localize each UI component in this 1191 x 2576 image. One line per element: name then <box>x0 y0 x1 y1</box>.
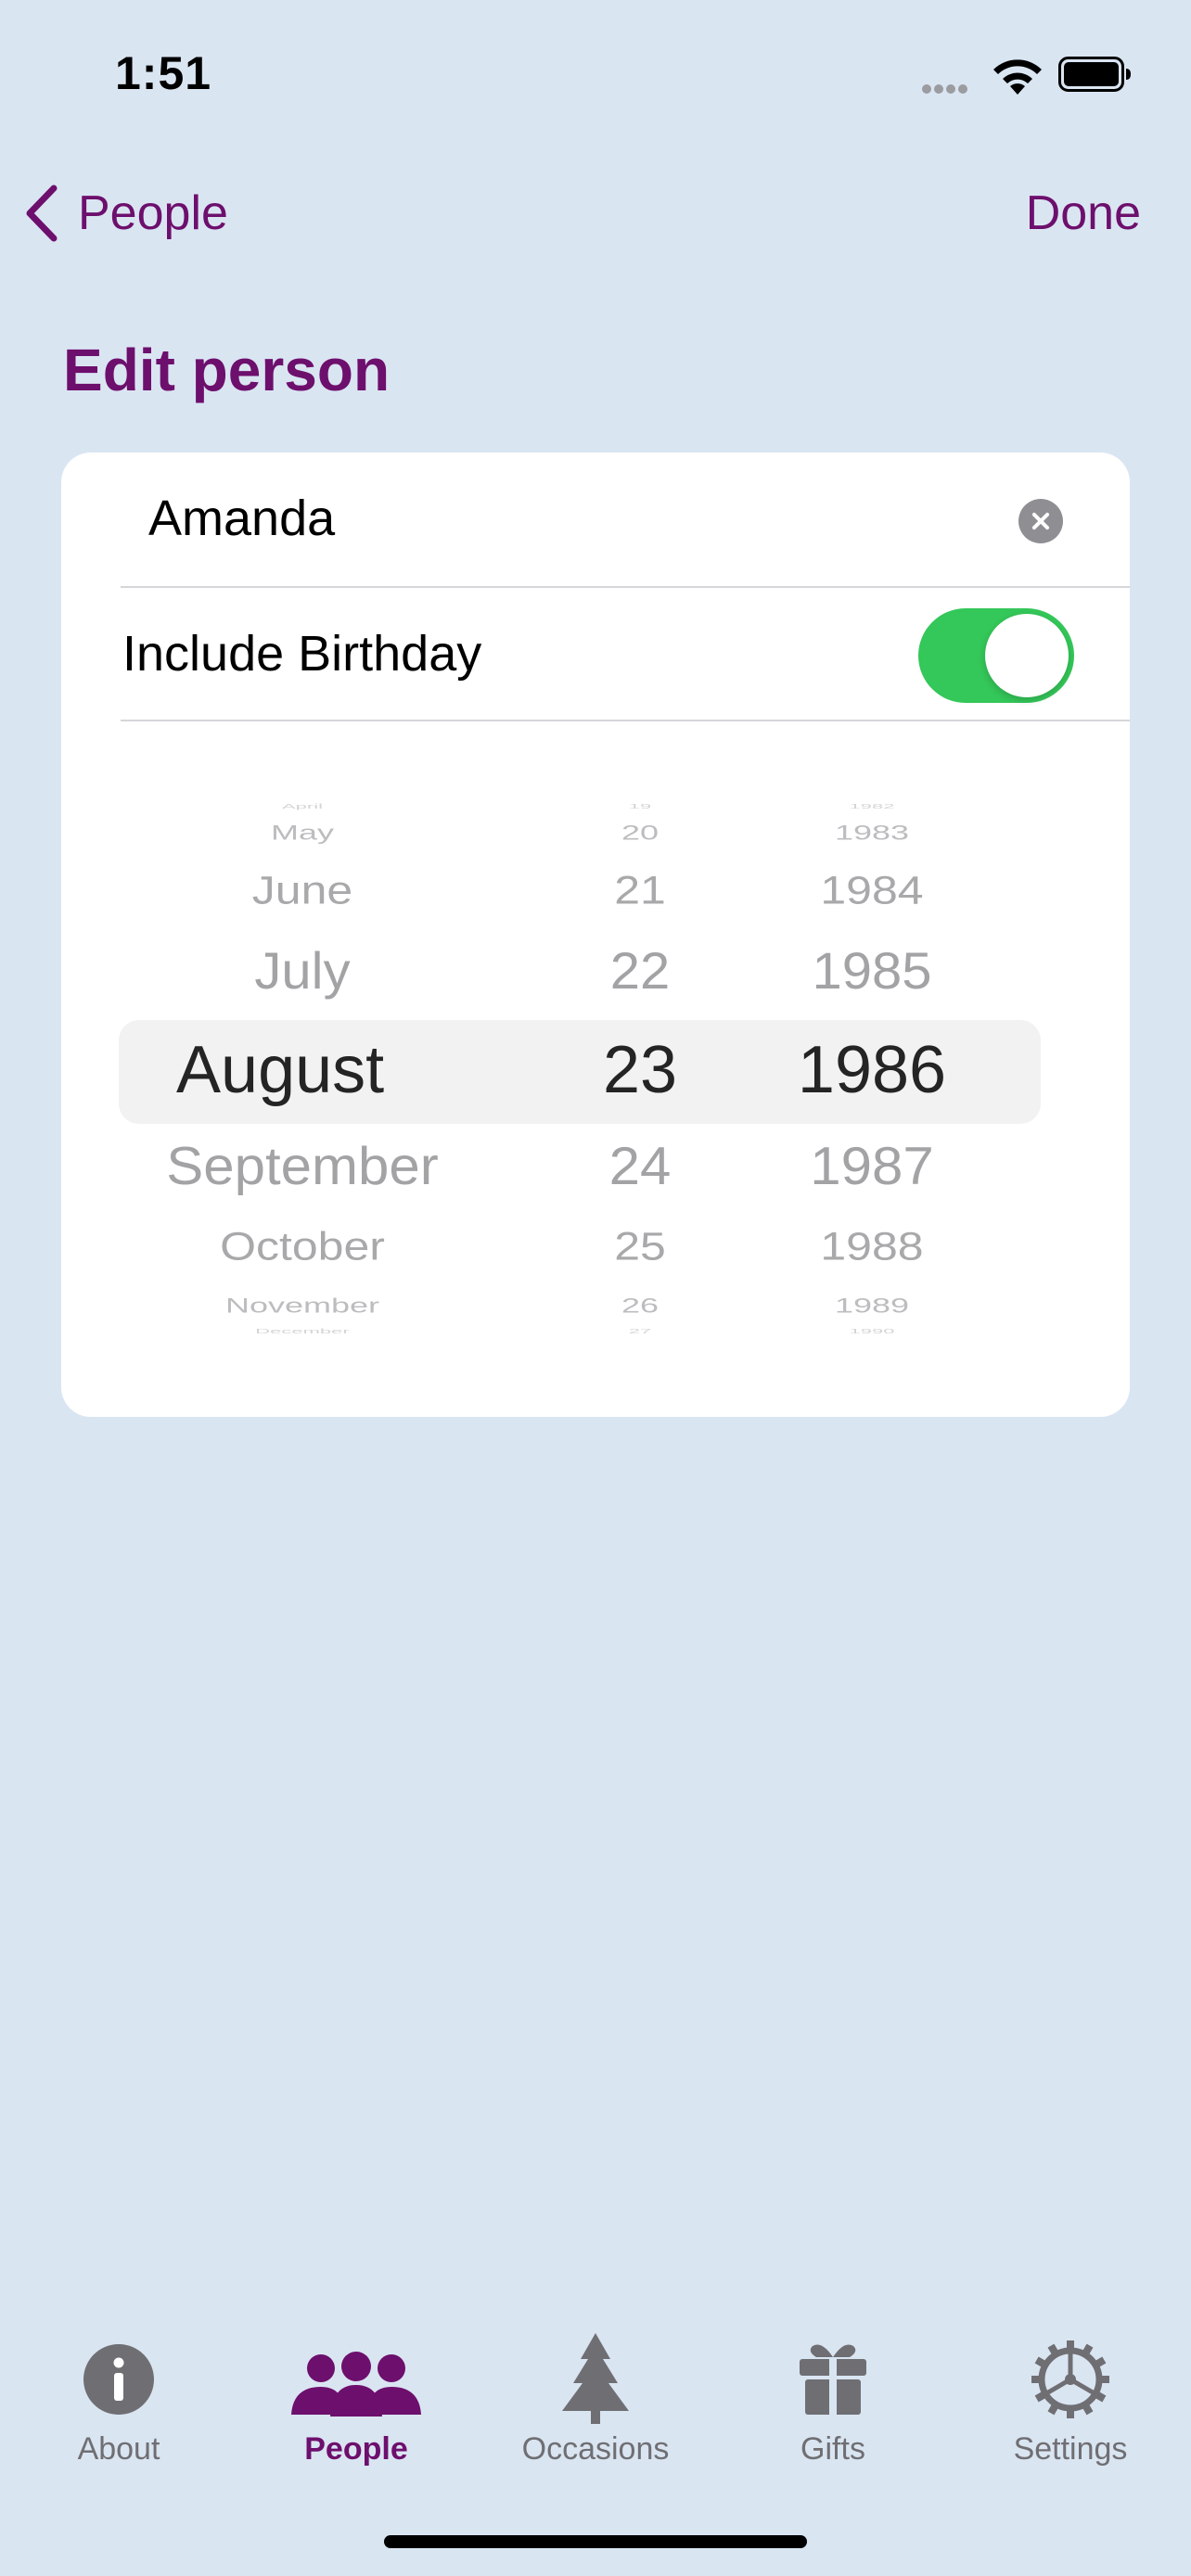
tab-bar: About People Occasions Gifts Settings <box>0 2326 1191 2520</box>
picker-month-option[interactable]: May <box>117 823 488 843</box>
picker-year-option[interactable]: 1988 <box>686 1227 1057 1267</box>
back-button[interactable]: People <box>20 176 228 250</box>
picker-month-selected[interactable]: August <box>176 1037 455 1103</box>
picker-year-option[interactable]: 1990 <box>686 1328 1057 1334</box>
gift-icon <box>800 2344 866 2415</box>
tab-settings[interactable]: Settings <box>994 2326 1146 2483</box>
picker-month-option[interactable]: September <box>117 1140 488 1193</box>
cellular-signal-icon <box>922 82 978 95</box>
picker-year-option[interactable]: 1985 <box>686 946 1057 998</box>
tab-people-label: People <box>304 2431 408 2467</box>
home-indicator <box>384 2535 807 2548</box>
picker-year-option[interactable]: 1984 <box>686 871 1057 911</box>
tab-gifts-label: Gifts <box>800 2431 865 2467</box>
done-button[interactable]: Done <box>1026 176 1141 250</box>
picker-month-option[interactable]: June <box>117 871 488 911</box>
people-icon <box>291 2352 421 2417</box>
divider <box>121 586 1130 588</box>
tab-about[interactable]: About <box>46 2326 191 2483</box>
chevron-left-icon <box>26 185 58 242</box>
picker-year-selected[interactable]: 1986 <box>686 1037 1057 1103</box>
battery-icon <box>1058 57 1131 92</box>
name-field-value[interactable]: Amanda <box>148 490 335 547</box>
tab-occasions[interactable]: Occasions <box>508 2326 683 2483</box>
name-field[interactable]: Amanda <box>61 453 1130 586</box>
back-button-label: People <box>78 186 228 240</box>
toggle-knob <box>985 614 1069 697</box>
include-birthday-toggle[interactable] <box>918 608 1074 703</box>
tab-settings-label: Settings <box>1013 2431 1128 2467</box>
tab-occasions-label: Occasions <box>521 2431 670 2467</box>
page-title: Edit person <box>63 337 391 403</box>
wifi-icon <box>993 59 1042 95</box>
status-time: 1:51 <box>115 47 212 99</box>
divider <box>121 720 1130 721</box>
picker-month-option[interactable]: December <box>117 1328 488 1334</box>
clear-text-icon[interactable] <box>1018 499 1063 543</box>
tab-people[interactable]: People <box>280 2326 432 2483</box>
picker-month-option[interactable]: April <box>117 803 488 810</box>
tab-about-label: About <box>77 2431 160 2467</box>
picker-month-option[interactable]: October <box>117 1227 488 1267</box>
info-icon <box>83 2344 154 2415</box>
picker-year-option[interactable]: 1989 <box>686 1295 1057 1316</box>
gear-icon <box>1031 2340 1109 2418</box>
edit-person-card: Amanda Include Birthday April May June July… <box>61 453 1130 1417</box>
picker-month-option[interactable]: July <box>117 946 488 998</box>
picker-year-option[interactable]: 1982 <box>686 803 1057 810</box>
tree-icon <box>562 2333 629 2424</box>
picker-year-option[interactable]: 1987 <box>686 1140 1057 1193</box>
tab-gifts[interactable]: Gifts <box>770 2326 896 2483</box>
picker-month-option[interactable]: November <box>117 1295 488 1316</box>
picker-year-option[interactable]: 1983 <box>686 823 1057 843</box>
include-birthday-label: Include Birthday <box>122 626 482 682</box>
